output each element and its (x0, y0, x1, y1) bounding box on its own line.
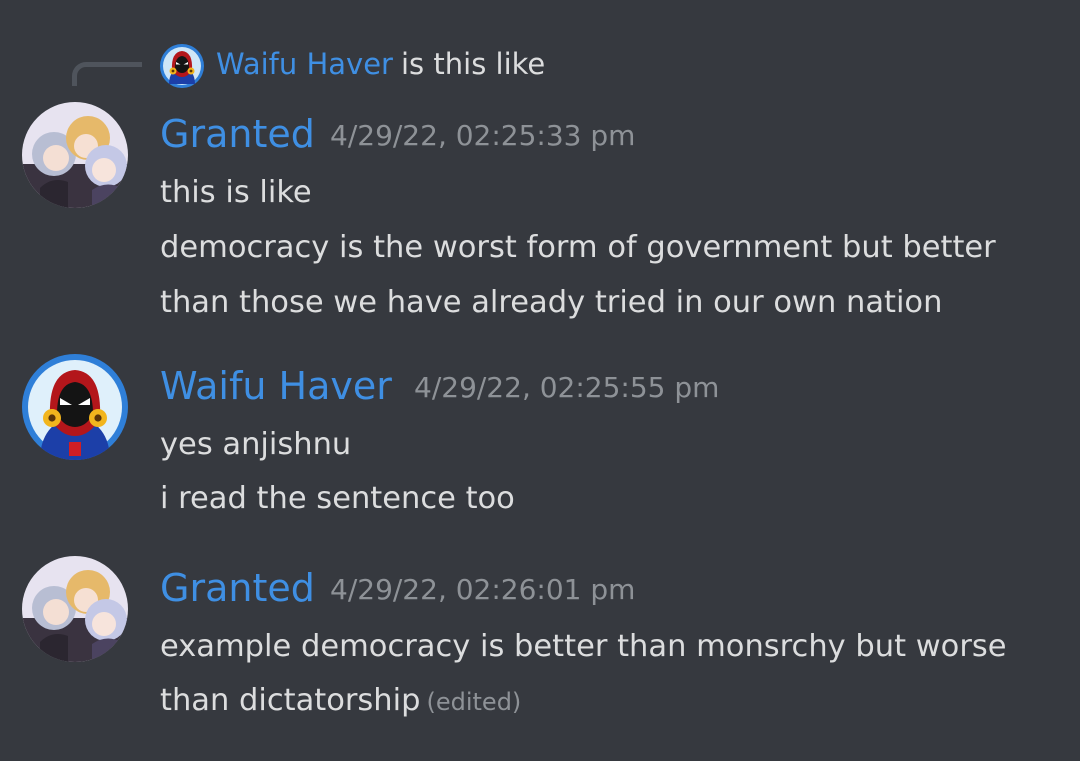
author-name[interactable]: Granted (160, 112, 315, 156)
reply-author-name[interactable]: Waifu Haver (216, 46, 393, 82)
message-line: this is like (160, 175, 312, 210)
message-timestamp: 4/29/22, 02:26:01 pm (330, 573, 636, 606)
edited-label: (edited) (426, 688, 522, 716)
message-line: democracy is the worst form of governmen… (160, 230, 996, 265)
message-line: than those we have already tried in our … (160, 285, 943, 320)
message-line: yes anjishnu (160, 427, 352, 462)
message-group: Granted 4/29/22, 02:25:33 pm this is lik… (0, 100, 1080, 320)
anime-group-avatar-icon[interactable] (22, 102, 128, 208)
anime-group-avatar-icon[interactable] (22, 556, 128, 662)
message-timestamp: 4/29/22, 02:25:33 pm (330, 119, 636, 152)
reply-connector-line (72, 62, 142, 86)
message-group: Waifu Haver 4/29/22, 02:25:55 pm yes anj… (0, 352, 1080, 522)
reply-snippet[interactable]: is this like (401, 46, 545, 82)
reply-preview[interactable]: Waifu Haver is this like (0, 38, 1080, 94)
message-timestamp: 4/29/22, 02:25:55 pm (414, 371, 720, 404)
author-name[interactable]: Waifu Haver (160, 364, 392, 408)
author-name[interactable]: Granted (160, 566, 315, 610)
message-line: than dictatorship (edited) (160, 681, 521, 722)
message-group: Granted 4/29/22, 02:26:01 pm example dem… (0, 554, 1080, 734)
message-line: i read the sentence too (160, 481, 515, 516)
hooded-figure-avatar-icon[interactable] (160, 44, 204, 88)
message-line-text: than dictatorship (160, 683, 421, 718)
message-line: example democracy is better than monsrch… (160, 629, 1007, 664)
chat-log: Waifu Haver is this like Granted 4/29/22… (0, 0, 1080, 761)
hooded-figure-avatar-icon[interactable] (22, 354, 128, 460)
